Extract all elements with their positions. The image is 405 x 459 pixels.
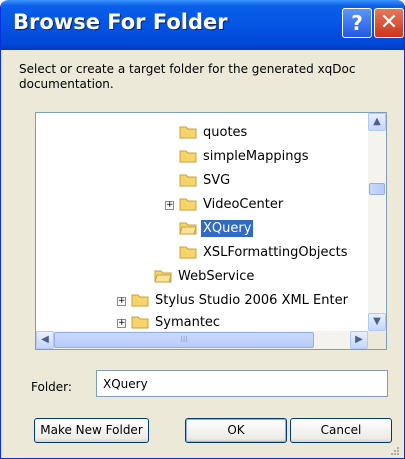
tree-item-webservice[interactable]: WebService (154, 265, 256, 287)
tree-item-label: SVG (203, 172, 231, 188)
folder-field[interactable] (96, 370, 388, 397)
tree-item-label: quotes (203, 124, 248, 140)
tree-item-label: XSLFormattingObjects (203, 244, 348, 260)
tree-item-label: VideoCenter (203, 196, 284, 212)
folder-tree-view: quotes simpleMappings SVG + VideoCenter … (36, 113, 368, 331)
tree-item-symantec[interactable]: Symantec (131, 311, 222, 331)
tree-item-simplemappings[interactable]: simpleMappings (179, 145, 310, 167)
vertical-scrollbar[interactable]: ▲ ▼ (368, 113, 386, 331)
browse-for-folder-dialog: Browse For Folder ? ✕ Select or create a… (0, 0, 405, 459)
cancel-button[interactable]: Cancel (290, 418, 392, 443)
make-new-folder-button[interactable]: Make New Folder (34, 418, 149, 443)
tree-item-svg[interactable]: SVG (179, 169, 232, 191)
tree-item-label: simpleMappings (203, 148, 309, 164)
folder-field-label: Folder: (31, 380, 72, 394)
expand-icon[interactable]: + (117, 297, 126, 306)
close-icon[interactable]: ✕ (374, 8, 404, 38)
tree-item-xquery[interactable]: XQuery (179, 217, 254, 239)
horizontal-scrollbar[interactable]: ◀ III ▶ (36, 331, 368, 349)
scroll-up-icon[interactable]: ▲ (368, 113, 386, 131)
scroll-down-icon[interactable]: ▼ (368, 313, 386, 331)
tree-item-label: WebService (178, 268, 255, 284)
folder-icon (131, 316, 149, 329)
tree-item-label: Symantec (155, 314, 221, 330)
scroll-right-icon[interactable]: ▶ (350, 331, 368, 349)
tree-item-quotes[interactable]: quotes (179, 121, 249, 143)
help-icon[interactable]: ? (342, 8, 372, 38)
folder-icon (179, 198, 197, 211)
scrollbar-corner (368, 331, 386, 349)
ok-button[interactable]: OK (185, 418, 287, 443)
folder-icon (179, 174, 197, 187)
title-bar[interactable]: Browse For Folder ? ✕ (1, 0, 404, 50)
folder-icon (179, 246, 197, 259)
folder-open-icon (179, 222, 197, 235)
tree-item-stylus-studio[interactable]: Stylus Studio 2006 XML Enter (131, 289, 350, 311)
folder-icon (179, 126, 197, 139)
expand-icon[interactable]: + (165, 201, 174, 210)
horizontal-scroll-thumb[interactable]: III (54, 332, 314, 348)
scroll-left-icon[interactable]: ◀ (36, 331, 54, 349)
folder-tree[interactable]: quotes simpleMappings SVG + VideoCenter … (35, 112, 387, 350)
vertical-scroll-thumb[interactable] (369, 183, 385, 195)
tree-item-xslformattingobjects[interactable]: XSLFormattingObjects (179, 241, 350, 263)
expand-icon[interactable]: + (117, 319, 126, 328)
folder-icon (131, 294, 149, 307)
tree-item-label: XQuery (201, 219, 254, 237)
folder-open-icon (154, 270, 172, 283)
tree-item-videocenter[interactable]: VideoCenter (179, 193, 285, 215)
resize-grip-icon[interactable] (388, 444, 400, 456)
folder-icon (179, 150, 197, 163)
tree-item-label: Stylus Studio 2006 XML Enter (155, 292, 348, 308)
dialog-description: Select or create a target folder for the… (19, 62, 356, 91)
dialog-title: Browse For Folder (13, 10, 228, 34)
